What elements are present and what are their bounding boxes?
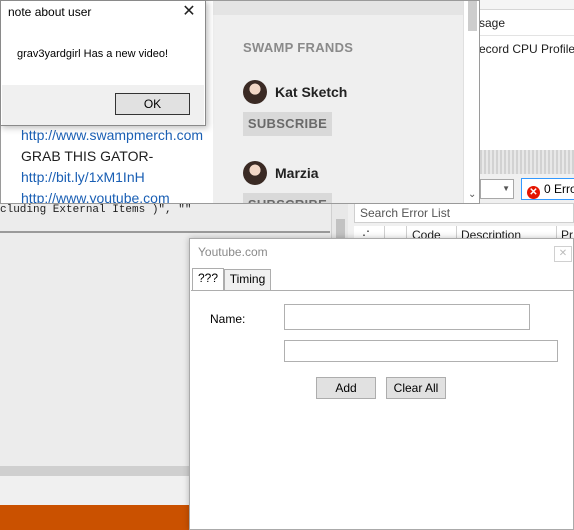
error-list-search-input[interactable]: Search Error List <box>354 203 574 223</box>
errors-count-label: 0 Erro <box>544 182 574 196</box>
sidebar-title: SWAMP FRANDS <box>243 40 354 55</box>
avatar[interactable] <box>243 161 267 185</box>
avatar[interactable] <box>243 80 267 104</box>
chevron-down-icon[interactable]: ⌄ <box>468 189 476 200</box>
panel-splitter[interactable] <box>480 150 574 174</box>
output-divider <box>477 35 574 36</box>
video-description: http://www.swampmerch.com GRAB THIS GATO… <box>21 125 203 203</box>
second-input[interactable] <box>284 340 558 362</box>
dialog-title: note about user <box>8 5 92 19</box>
scrollbar-thumb[interactable] <box>468 1 477 31</box>
subscribe-button[interactable]: SUBSCRIBE <box>243 193 332 203</box>
editor-horizontal-scrollbar[interactable] <box>0 466 190 476</box>
output-column-header: sage <box>479 16 506 30</box>
name-input[interactable] <box>284 304 530 330</box>
output-row[interactable]: ecord CPU Profile <box>479 40 574 58</box>
window-title: Youtube.com <box>198 245 268 259</box>
youtube-window: Youtube.com ✕ ??? Timing Name: Add Clear… <box>189 238 574 530</box>
chevron-down-icon: ▼ <box>502 184 510 193</box>
code-line: cluding External Items )", "" <box>0 204 192 216</box>
friend-name[interactable]: Kat Sketch <box>275 84 347 100</box>
tab-timing[interactable]: Timing <box>224 269 271 290</box>
link-youtube[interactable]: http://www.youtube.com <box>21 188 203 203</box>
dialog-message: grav3yardgirl Has a new video! <box>17 48 169 60</box>
clear-all-button[interactable]: Clear All <box>386 377 446 399</box>
close-icon[interactable]: ✕ <box>177 2 201 22</box>
sidebar-header-strip <box>213 1 463 15</box>
add-button[interactable]: Add <box>316 377 376 399</box>
output-panel: sage ecord CPU Profile <box>476 0 574 150</box>
subscribe-button[interactable]: SUBSCRIBE <box>243 112 332 136</box>
ok-button[interactable]: OK <box>115 93 190 115</box>
browser-vertical-scrollbar[interactable]: ⌄ <box>463 1 479 203</box>
output-panel-header <box>477 0 574 10</box>
close-icon[interactable]: ✕ <box>554 246 572 262</box>
tab-unknown[interactable]: ??? <box>192 268 224 290</box>
message-box: note about user ✕ grav3yardgirl Has a ne… <box>0 0 206 126</box>
editor-divider <box>0 231 330 233</box>
error-scope-dropdown[interactable]: ▼ <box>480 179 514 199</box>
error-icon: ✕ <box>527 186 540 199</box>
name-label: Name: <box>210 312 246 326</box>
friend-name[interactable]: Marzia <box>275 165 319 181</box>
link-bitly[interactable]: http://bit.ly/1xM1InH <box>21 167 203 188</box>
errors-filter-button[interactable]: ✕ 0 Erro <box>521 178 574 200</box>
link-swampmerch[interactable]: http://www.swampmerch.com <box>21 125 203 146</box>
description-text: GRAB THIS GATOR- <box>21 148 154 164</box>
